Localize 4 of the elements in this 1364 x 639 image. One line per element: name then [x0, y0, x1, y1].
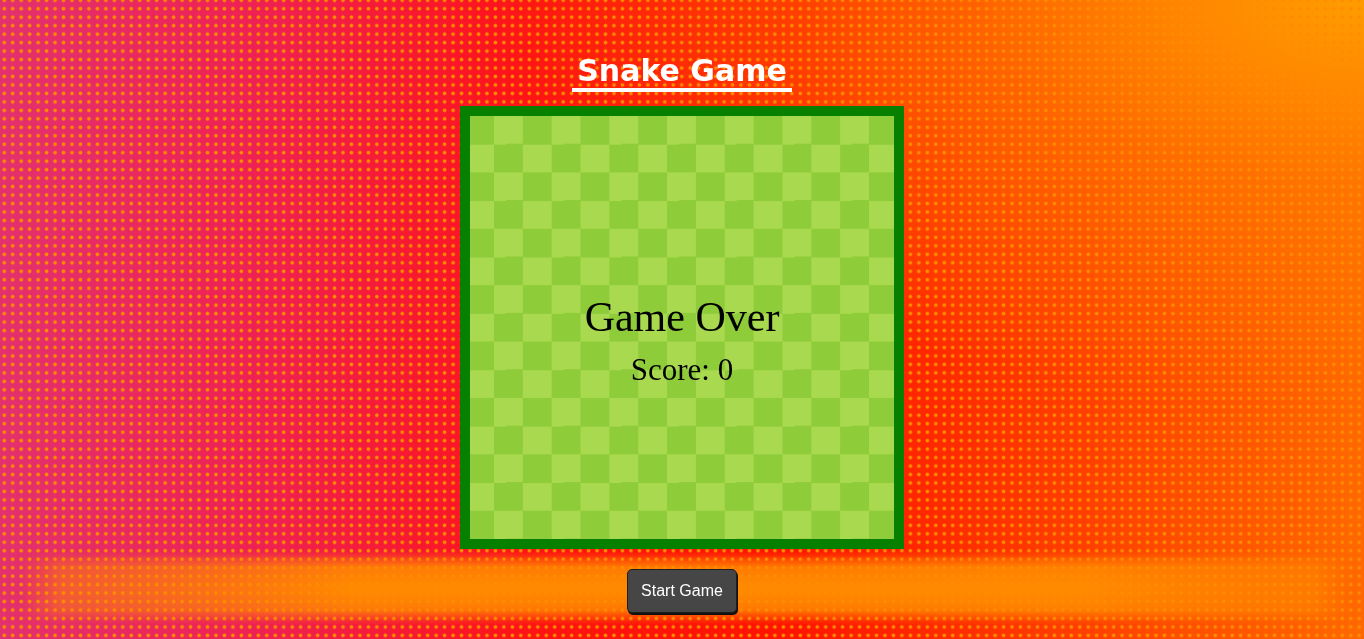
game-over-text: Game Over — [584, 296, 780, 338]
start-game-button[interactable]: Start Game — [627, 569, 737, 613]
score-text: Score: 0 — [630, 354, 734, 385]
page-title: Snake Game — [572, 54, 792, 92]
